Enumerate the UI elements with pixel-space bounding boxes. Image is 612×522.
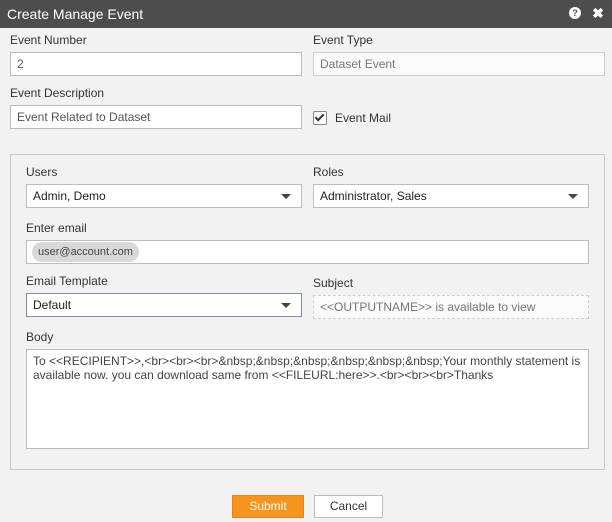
help-icon[interactable]: ? [569, 7, 581, 19]
event-number-input[interactable]: 2 [10, 52, 302, 76]
users-select-value: Admin, Demo [33, 189, 106, 203]
event-mail-label: Event Mail [335, 111, 392, 125]
users-select[interactable]: Admin, Demo [26, 184, 302, 208]
checkmark-icon [314, 111, 325, 122]
event-description-input[interactable]: Event Related to Dataset [10, 105, 302, 129]
email-chip[interactable]: user@account.com [32, 242, 139, 262]
email-label: Enter email [26, 221, 87, 235]
event-mail-checkbox[interactable] [313, 111, 327, 125]
event-type-label: Event Type [313, 33, 373, 47]
roles-select-value: Administrator, Sales [320, 189, 427, 203]
dialog-title: Create Manage Event [7, 6, 144, 22]
email-template-label: Email Template [26, 274, 108, 288]
close-icon[interactable]: ✖ [592, 6, 604, 20]
cancel-button[interactable]: Cancel [314, 495, 383, 518]
email-template-value: Default [33, 298, 72, 312]
users-label: Users [26, 165, 58, 179]
chevron-down-icon [281, 303, 291, 308]
event-type-field: Dataset Event [313, 52, 605, 76]
subject-field: <<OUTPUTNAME>> is available to view [313, 295, 589, 319]
chevron-down-icon [568, 194, 578, 199]
event-number-label: Event Number [10, 33, 87, 47]
roles-select[interactable]: Administrator, Sales [313, 184, 589, 208]
body-textarea[interactable]: To <<RECIPIENT>>,<br><br><br>&nbsp;&nbsp… [26, 349, 589, 449]
body-label: Body [26, 330, 54, 344]
email-template-select[interactable]: Default [26, 293, 302, 317]
subject-label: Subject [313, 276, 354, 290]
roles-label: Roles [313, 165, 344, 179]
submit-button[interactable]: Submit [232, 495, 304, 518]
dialog-titlebar: Create Manage Event ? ✖ [0, 0, 612, 28]
chevron-down-icon [281, 194, 291, 199]
event-description-label: Event Description [10, 86, 105, 100]
